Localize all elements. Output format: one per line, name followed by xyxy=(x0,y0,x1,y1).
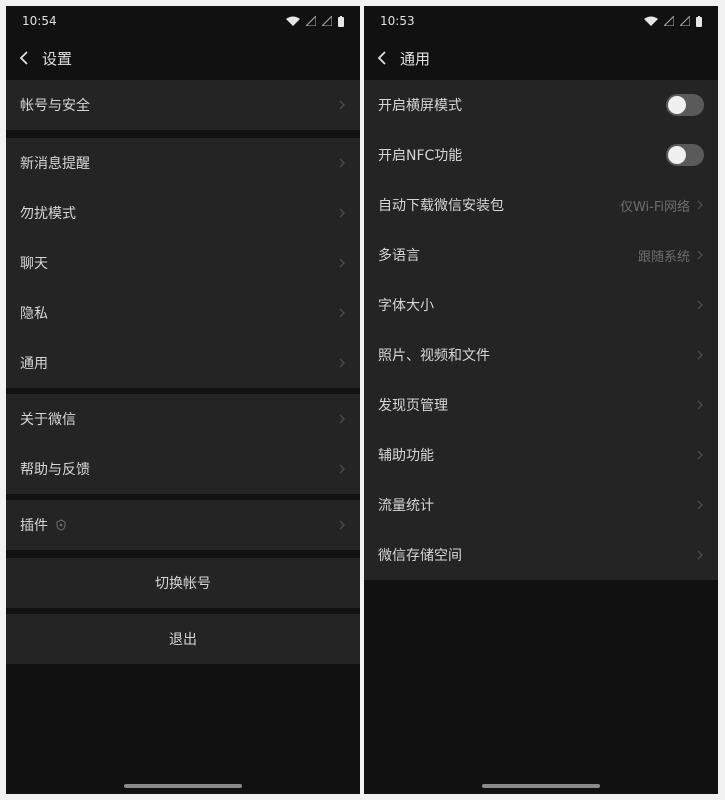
chevron-right-icon xyxy=(339,308,345,318)
settings-item-label: 新消息提醒 xyxy=(20,156,90,172)
wifi-icon xyxy=(286,16,300,26)
settings-item-account-security[interactable]: 帐号与安全 xyxy=(6,80,360,130)
wifi-icon xyxy=(644,16,658,26)
battery-icon xyxy=(338,15,344,27)
general-item-label: 自动下载微信安装包 xyxy=(378,198,504,214)
status-time: 10:53 xyxy=(380,14,415,28)
general-item-data-usage[interactable]: 流量统计 xyxy=(364,480,718,530)
chevron-right-icon xyxy=(339,100,345,110)
plugins-label: 插件 xyxy=(20,518,48,534)
general-item-label: 照片、视频和文件 xyxy=(378,348,490,364)
signal-icon xyxy=(664,16,674,26)
settings-item-chat[interactable]: 聊天 xyxy=(6,238,360,288)
switch-account-button[interactable]: 切换帐号 xyxy=(6,558,360,608)
nfc-toggle[interactable] xyxy=(666,144,704,166)
status-bar: 10:54 xyxy=(6,6,360,36)
back-icon[interactable] xyxy=(376,50,390,66)
chevron-right-icon xyxy=(339,208,345,218)
settings-item-label: 关于微信 xyxy=(20,412,76,428)
nav-header: 设置 xyxy=(6,36,360,80)
settings-item-label: 帐号与安全 xyxy=(20,98,90,114)
general-item-accessibility[interactable]: 辅助功能 xyxy=(364,430,718,480)
home-indicator[interactable] xyxy=(482,784,600,788)
general-item-label: 发现页管理 xyxy=(378,398,448,414)
settings-item-label: 插件 xyxy=(20,515,338,535)
chevron-right-icon xyxy=(697,250,703,260)
screenshot-frame: 10:54 设置 帐号与安全 新消息提醒 勿扰模式 聊天 隐私 通用 关于微信 … xyxy=(0,0,725,800)
status-time: 10:54 xyxy=(22,14,57,28)
nav-header: 通用 xyxy=(364,36,718,80)
landscape-mode-toggle[interactable] xyxy=(666,94,704,116)
general-item-nfc[interactable]: 开启NFC功能 xyxy=(364,130,718,180)
general-settings-screen: 10:53 通用 开启横屏模式 开启NFC功能 自动下载微信安装包 仅Wi-Fi… xyxy=(364,6,718,794)
settings-group-plugins: 插件 xyxy=(6,500,360,550)
shield-icon xyxy=(56,519,66,531)
general-item-label: 字体大小 xyxy=(378,298,434,314)
page-title: 通用 xyxy=(400,49,431,68)
settings-group-general: 新消息提醒 勿扰模式 聊天 隐私 通用 xyxy=(6,138,360,388)
chevron-right-icon xyxy=(697,300,703,310)
toggle-knob xyxy=(668,96,686,114)
general-item-language[interactable]: 多语言 跟随系统 xyxy=(364,230,718,280)
chevron-right-icon xyxy=(697,400,703,410)
signal-icon xyxy=(680,16,690,26)
general-item-label: 开启NFC功能 xyxy=(378,148,463,164)
chevron-right-icon xyxy=(697,500,703,510)
general-item-label: 辅助功能 xyxy=(378,448,434,464)
general-item-value: 仅Wi-Fi网络 xyxy=(619,199,690,215)
battery-icon xyxy=(696,15,702,27)
settings-item-plugins[interactable]: 插件 xyxy=(6,500,360,550)
chevron-right-icon xyxy=(339,464,345,474)
general-item-label: 开启横屏模式 xyxy=(378,98,462,114)
chevron-right-icon xyxy=(697,200,703,210)
general-item-media-files[interactable]: 照片、视频和文件 xyxy=(364,330,718,380)
settings-group-about: 关于微信 帮助与反馈 xyxy=(6,394,360,494)
status-icons xyxy=(286,15,344,27)
settings-item-notifications[interactable]: 新消息提醒 xyxy=(6,138,360,188)
settings-item-privacy[interactable]: 隐私 xyxy=(6,288,360,338)
settings-item-label: 聊天 xyxy=(20,256,48,272)
general-item-storage[interactable]: 微信存储空间 xyxy=(364,530,718,580)
chevron-right-icon xyxy=(339,414,345,424)
chevron-right-icon xyxy=(697,450,703,460)
status-bar: 10:53 xyxy=(364,6,718,36)
general-settings-list: 开启横屏模式 开启NFC功能 自动下载微信安装包 仅Wi-Fi网络 多语言 跟随… xyxy=(364,80,718,580)
general-item-auto-download[interactable]: 自动下载微信安装包 仅Wi-Fi网络 xyxy=(364,180,718,230)
settings-item-label: 帮助与反馈 xyxy=(20,462,90,478)
toggle-knob xyxy=(668,146,686,164)
settings-item-label: 勿扰模式 xyxy=(20,206,76,222)
signal-icon xyxy=(322,16,332,26)
home-indicator[interactable] xyxy=(124,784,242,788)
settings-item-help-feedback[interactable]: 帮助与反馈 xyxy=(6,444,360,494)
settings-item-label: 通用 xyxy=(20,356,48,372)
general-item-landscape-mode[interactable]: 开启横屏模式 xyxy=(364,80,718,130)
settings-item-label: 隐私 xyxy=(20,306,48,322)
general-item-value: 跟随系统 xyxy=(637,249,690,265)
settings-screen: 10:54 设置 帐号与安全 新消息提醒 勿扰模式 聊天 隐私 通用 关于微信 … xyxy=(6,6,360,794)
general-item-label: 流量统计 xyxy=(378,498,434,514)
logout-button[interactable]: 退出 xyxy=(6,614,360,664)
signal-icon xyxy=(306,16,316,26)
general-item-label: 微信存储空间 xyxy=(378,548,462,564)
chevron-right-icon xyxy=(339,258,345,268)
general-item-label: 多语言 xyxy=(378,248,420,264)
settings-item-general[interactable]: 通用 xyxy=(6,338,360,388)
settings-item-about-wechat[interactable]: 关于微信 xyxy=(6,394,360,444)
chevron-right-icon xyxy=(339,158,345,168)
status-icons xyxy=(644,15,702,27)
back-icon[interactable] xyxy=(18,50,32,66)
settings-group-account: 帐号与安全 xyxy=(6,80,360,130)
page-title: 设置 xyxy=(42,49,73,68)
chevron-right-icon xyxy=(339,358,345,368)
general-item-discover-management[interactable]: 发现页管理 xyxy=(364,380,718,430)
chevron-right-icon xyxy=(339,520,345,530)
chevron-right-icon xyxy=(697,550,703,560)
chevron-right-icon xyxy=(697,350,703,360)
general-item-font-size[interactable]: 字体大小 xyxy=(364,280,718,330)
settings-item-do-not-disturb[interactable]: 勿扰模式 xyxy=(6,188,360,238)
